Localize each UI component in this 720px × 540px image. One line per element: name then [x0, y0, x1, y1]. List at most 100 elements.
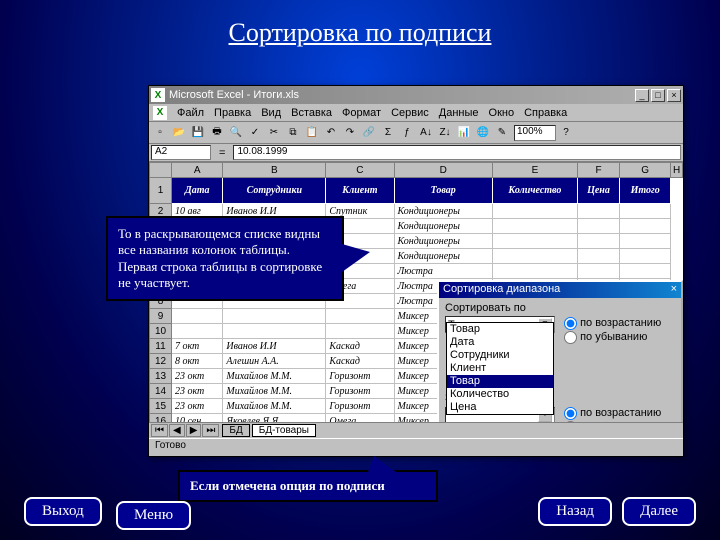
- save-icon[interactable]: 💾: [189, 124, 207, 142]
- preview-icon[interactable]: 🔍: [227, 124, 245, 142]
- tab-first-icon[interactable]: ⏮: [151, 424, 168, 437]
- cell[interactable]: [577, 204, 619, 219]
- cell[interactable]: [326, 309, 394, 324]
- menu-window[interactable]: Окно: [489, 107, 515, 119]
- menu-insert[interactable]: Вставка: [291, 107, 332, 119]
- radio-desc2[interactable]: по убыванию: [564, 420, 661, 422]
- cell[interactable]: Алешин А.А.: [223, 354, 326, 369]
- col-header[interactable]: B: [223, 163, 326, 178]
- radio-asc1[interactable]: по возрастанию: [564, 316, 661, 330]
- draw-icon[interactable]: ✎: [493, 124, 511, 142]
- cell[interactable]: [492, 219, 577, 234]
- back-button[interactable]: Назад: [538, 497, 612, 526]
- row-header[interactable]: 1: [150, 178, 172, 204]
- row-header[interactable]: 10: [150, 324, 172, 339]
- cell[interactable]: Каскад: [326, 339, 394, 354]
- sort-desc-icon[interactable]: Z↓: [436, 124, 454, 142]
- cell[interactable]: Горизонт: [326, 399, 394, 414]
- row-header[interactable]: 12: [150, 354, 172, 369]
- map-icon[interactable]: 🌐: [474, 124, 492, 142]
- col-header[interactable]: [150, 163, 172, 178]
- link-icon[interactable]: 🔗: [360, 124, 378, 142]
- sheet-tab-active[interactable]: БД-товары: [252, 424, 316, 437]
- dropdown-item[interactable]: Клиент: [447, 362, 553, 375]
- menu-view[interactable]: Вид: [261, 107, 281, 119]
- cell[interactable]: 10 сен: [172, 414, 223, 423]
- dropdown-item[interactable]: Количество: [447, 388, 553, 401]
- paste-icon[interactable]: 📋: [303, 124, 321, 142]
- cell[interactable]: [620, 204, 671, 219]
- radio-asc2[interactable]: по возрастанию: [564, 406, 661, 420]
- menu-file[interactable]: Файл: [177, 107, 204, 119]
- cell[interactable]: Кондиционеры: [394, 249, 492, 264]
- dropdown-item[interactable]: Сотрудники: [447, 349, 553, 362]
- dropdown-item[interactable]: Товар: [447, 375, 553, 388]
- cell[interactable]: [620, 234, 671, 249]
- cell[interactable]: [577, 234, 619, 249]
- print-icon[interactable]: 🖶: [208, 124, 226, 142]
- menu-button[interactable]: Меню: [116, 501, 191, 530]
- cell[interactable]: 8 окт: [172, 354, 223, 369]
- cell[interactable]: [577, 249, 619, 264]
- cell[interactable]: Яковлев Я.Я.: [223, 414, 326, 423]
- col-header[interactable]: E: [492, 163, 577, 178]
- cell[interactable]: [172, 309, 223, 324]
- cell[interactable]: [492, 204, 577, 219]
- row-header[interactable]: 11: [150, 339, 172, 354]
- cell[interactable]: Михайлов М.М.: [223, 384, 326, 399]
- row-header[interactable]: 14: [150, 384, 172, 399]
- col-header[interactable]: F: [577, 163, 619, 178]
- cell[interactable]: Михайлов М.М.: [223, 369, 326, 384]
- cell[interactable]: [492, 234, 577, 249]
- cell[interactable]: Люстра: [394, 264, 492, 279]
- cell[interactable]: [620, 249, 671, 264]
- cell[interactable]: [223, 309, 326, 324]
- tab-last-icon[interactable]: ⏭: [202, 424, 219, 437]
- cell[interactable]: Горизонт: [326, 384, 394, 399]
- redo-icon[interactable]: ↷: [341, 124, 359, 142]
- fx-icon[interactable]: ƒ: [398, 124, 416, 142]
- dialog-close-icon[interactable]: ×: [671, 283, 677, 297]
- sort-asc-icon[interactable]: A↓: [417, 124, 435, 142]
- cell[interactable]: [492, 264, 577, 279]
- cell[interactable]: [326, 324, 394, 339]
- name-box[interactable]: A2: [151, 145, 211, 160]
- menu-edit[interactable]: Правка: [214, 107, 251, 119]
- tab-next-icon[interactable]: ▶: [186, 424, 202, 437]
- cell[interactable]: Горизонт: [326, 369, 394, 384]
- menu-tools[interactable]: Сервис: [391, 107, 429, 119]
- minimize-button[interactable]: _: [635, 89, 649, 102]
- cell[interactable]: [223, 324, 326, 339]
- menu-format[interactable]: Формат: [342, 107, 381, 119]
- col-header[interactable]: A: [172, 163, 223, 178]
- menu-data[interactable]: Данные: [439, 107, 479, 119]
- col-header[interactable]: D: [394, 163, 492, 178]
- zoom-box[interactable]: 100%: [514, 125, 556, 141]
- row-header[interactable]: 13: [150, 369, 172, 384]
- cell[interactable]: 23 окт: [172, 369, 223, 384]
- maximize-button[interactable]: □: [651, 89, 665, 102]
- chart-icon[interactable]: 📊: [455, 124, 473, 142]
- cell[interactable]: [492, 249, 577, 264]
- cell[interactable]: [620, 264, 671, 279]
- cut-icon[interactable]: ✂: [265, 124, 283, 142]
- cell[interactable]: [620, 219, 671, 234]
- exit-button[interactable]: Выход: [24, 497, 102, 526]
- undo-icon[interactable]: ↶: [322, 124, 340, 142]
- new-icon[interactable]: ▫: [151, 124, 169, 142]
- dropdown-item[interactable]: Дата: [447, 336, 553, 349]
- cell[interactable]: 23 окт: [172, 399, 223, 414]
- cell[interactable]: Кондиционеры: [394, 219, 492, 234]
- close-button[interactable]: ×: [667, 89, 681, 102]
- copy-icon[interactable]: ⧉: [284, 124, 302, 142]
- cell[interactable]: [577, 219, 619, 234]
- cell[interactable]: Омега: [326, 414, 394, 423]
- help-icon[interactable]: ?: [557, 124, 575, 142]
- cell[interactable]: [577, 264, 619, 279]
- dropdown-item[interactable]: Товар: [447, 323, 553, 336]
- spell-icon[interactable]: ✓: [246, 124, 264, 142]
- sum-icon[interactable]: Σ: [379, 124, 397, 142]
- radio-desc1[interactable]: по убыванию: [564, 330, 661, 344]
- cell[interactable]: Иванов И.И: [223, 339, 326, 354]
- cell[interactable]: Каскад: [326, 354, 394, 369]
